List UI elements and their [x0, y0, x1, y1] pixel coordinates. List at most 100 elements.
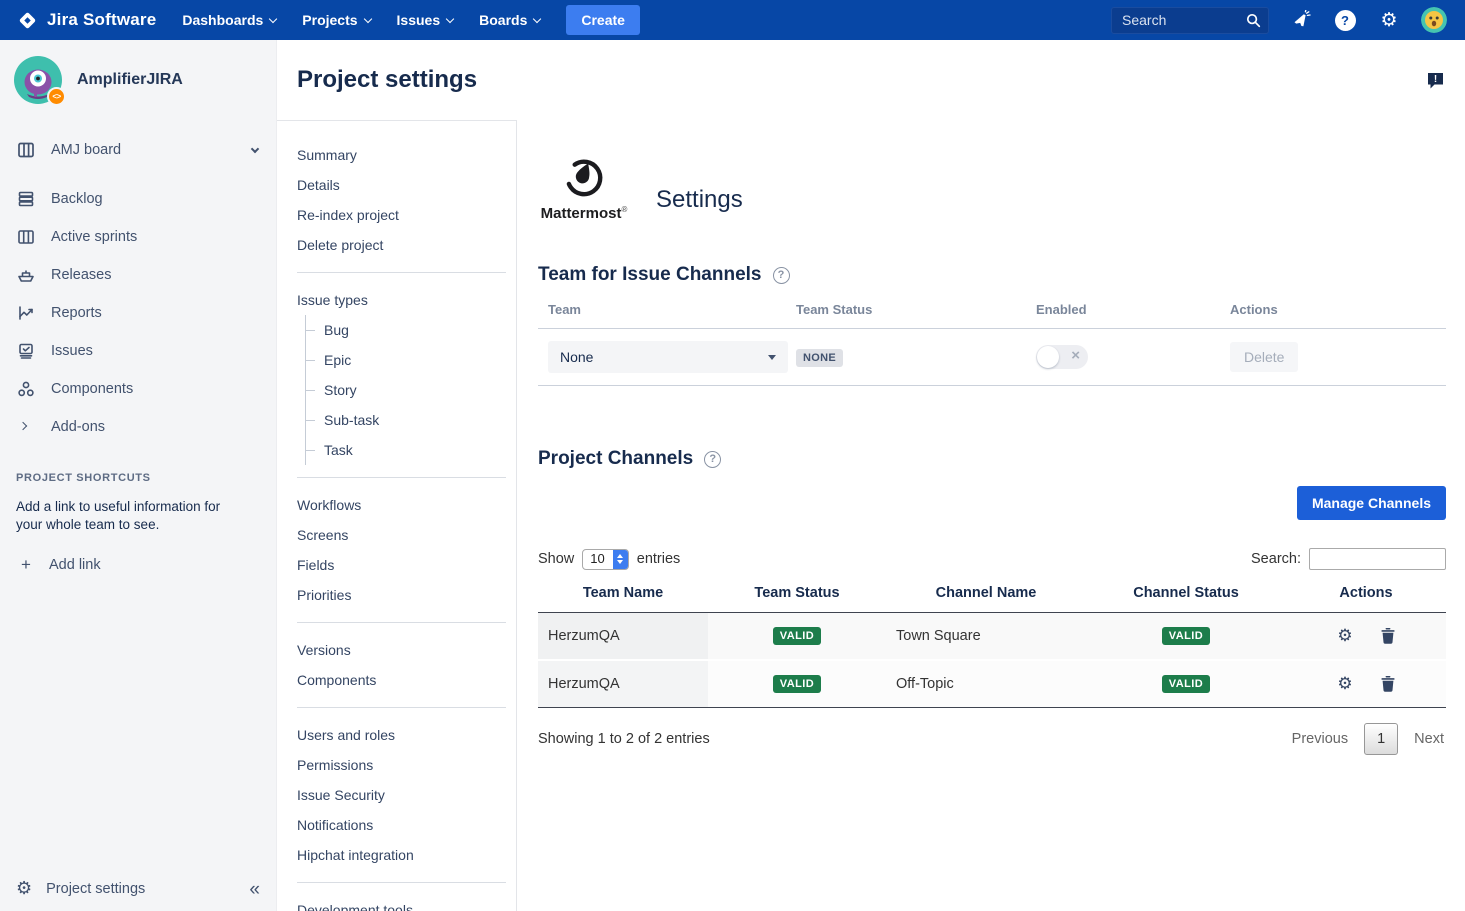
column-header-team-status[interactable]: Team Status	[708, 580, 886, 613]
channel-status-cell: VALID	[1086, 613, 1286, 661]
table-header-row: Team Name Team Status Channel Name Chann…	[538, 580, 1446, 613]
sidebar-item-reports[interactable]: Reports	[0, 294, 276, 332]
settings-nav-users-roles[interactable]: Users and roles	[297, 720, 516, 750]
sidebar-menu: AMJ board Backlog	[0, 131, 276, 446]
sidebar-item-components[interactable]: Components	[0, 370, 276, 408]
menu-projects[interactable]: Projects	[302, 12, 370, 28]
sidebar-item-active-sprints[interactable]: Active sprints	[0, 218, 276, 256]
settings-nav-subtask[interactable]: Sub-task	[306, 405, 516, 435]
project-settings-nav: Summary Details Re-index project Delete …	[277, 120, 517, 911]
delete-button[interactable]: Delete	[1230, 342, 1298, 372]
help-icon[interactable]: ?	[704, 451, 721, 468]
search-icon	[1246, 13, 1261, 28]
sidebar-item-label: Add-ons	[51, 419, 105, 435]
issues-icon	[16, 341, 36, 361]
settings-nav-hipchat[interactable]: Hipchat integration	[297, 840, 516, 870]
column-header-team-name[interactable]: Team Name	[538, 580, 708, 613]
team-table: Team Team Status Enabled Actions None	[538, 302, 1446, 386]
create-button[interactable]: Create	[566, 5, 640, 35]
user-avatar[interactable]	[1421, 7, 1447, 33]
table-row: HerzumQA VALID Off-Topic VALID ⚙	[538, 660, 1446, 708]
column-header-team-status: Team Status	[796, 302, 1036, 317]
project-avatar[interactable]: <>	[14, 56, 62, 104]
svg-text:!: !	[1434, 74, 1437, 85]
settings-gear-icon[interactable]: ⚙	[1377, 8, 1401, 32]
collapse-sidebar-icon[interactable]: «	[249, 880, 260, 899]
add-link-button[interactable]: + Add link	[16, 555, 260, 575]
column-header-actions[interactable]: Actions	[1286, 580, 1446, 613]
channel-name-cell: Town Square	[886, 613, 1086, 661]
next-page-button[interactable]: Next	[1412, 725, 1446, 753]
page-title: Project settings	[297, 66, 477, 94]
team-select-dropdown[interactable]: None	[548, 341, 788, 373]
sidebar-item-issues[interactable]: Issues	[0, 332, 276, 370]
column-header-channel-status[interactable]: Channel Status	[1086, 580, 1286, 613]
settings-nav-notifications[interactable]: Notifications	[297, 810, 516, 840]
settings-nav-workflows[interactable]: Workflows	[297, 490, 516, 520]
sidebar-item-backlog[interactable]: Backlog	[0, 180, 276, 218]
entries-select[interactable]: 10	[582, 549, 628, 570]
team-select-value: None	[560, 349, 593, 365]
jira-diamond-icon	[16, 9, 39, 32]
menu-issues[interactable]: Issues	[397, 12, 454, 28]
settings-nav-story[interactable]: Story	[306, 375, 516, 405]
table-search-input[interactable]	[1309, 548, 1446, 570]
settings-nav-epic[interactable]: Epic	[306, 345, 516, 375]
caret-down-icon	[768, 355, 776, 360]
team-row: None NONE ×	[538, 328, 1446, 386]
column-header-team: Team	[538, 302, 796, 317]
settings-nav-delete[interactable]: Delete project	[297, 230, 516, 260]
column-header-channel-name[interactable]: Channel Name	[886, 580, 1086, 613]
settings-nav-dev-tools[interactable]: Development tools	[297, 895, 516, 911]
help-icon[interactable]: ?	[1333, 8, 1357, 32]
settings-nav-details[interactable]: Details	[297, 170, 516, 200]
sidebar-item-releases[interactable]: Releases	[0, 256, 276, 294]
settings-nav-fields[interactable]: Fields	[297, 550, 516, 580]
enabled-toggle[interactable]: ×	[1036, 345, 1088, 369]
sidebar-item-label: Components	[51, 381, 133, 397]
column-header-enabled: Enabled	[1036, 302, 1230, 317]
chevron-down-icon	[251, 144, 259, 152]
divider	[297, 477, 506, 478]
settings-nav-bug[interactable]: Bug	[306, 315, 516, 345]
manage-channels-button[interactable]: Manage Channels	[1297, 486, 1446, 520]
project-name[interactable]: AmplifierJIRA	[77, 71, 183, 89]
mattermost-wordmark: Mattermost®	[538, 205, 630, 222]
team-name-cell: HerzumQA	[538, 660, 708, 708]
settings-nav-summary[interactable]: Summary	[297, 140, 516, 170]
delete-channel-trash-icon[interactable]	[1381, 676, 1395, 692]
settings-nav-issue-security[interactable]: Issue Security	[297, 780, 516, 810]
sidebar-item-label: Backlog	[51, 191, 103, 207]
settings-nav-screens[interactable]: Screens	[297, 520, 516, 550]
settings-nav-issue-types[interactable]: Issue types	[297, 285, 516, 315]
delete-channel-trash-icon[interactable]	[1381, 628, 1395, 644]
shortcuts-heading: PROJECT SHORTCUTS	[16, 472, 260, 484]
page-number-button[interactable]: 1	[1364, 723, 1398, 755]
menu-boards[interactable]: Boards	[479, 12, 540, 28]
settings-nav-components[interactable]: Components	[297, 665, 516, 695]
settings-nav-versions[interactable]: Versions	[297, 635, 516, 665]
announcements-icon[interactable]	[1289, 8, 1313, 32]
settings-nav-task[interactable]: Task	[306, 435, 516, 465]
project-settings-link[interactable]: Project settings	[46, 881, 145, 897]
plus-icon: +	[16, 555, 36, 575]
channel-settings-gear-icon[interactable]: ⚙	[1337, 628, 1352, 645]
ship-icon	[16, 265, 36, 285]
sidebar-item-label: Issues	[51, 343, 93, 359]
settings-nav-reindex[interactable]: Re-index project	[297, 200, 516, 230]
settings-nav-permissions[interactable]: Permissions	[297, 750, 516, 780]
sidebar-item-addons[interactable]: Add-ons	[0, 408, 276, 446]
sidebar-item-board[interactable]: AMJ board	[0, 131, 276, 169]
previous-page-button[interactable]: Previous	[1290, 725, 1350, 753]
select-stepper-icon	[613, 550, 628, 569]
jira-logo[interactable]: Jira Software	[16, 9, 156, 32]
channel-settings-gear-icon[interactable]: ⚙	[1337, 676, 1352, 693]
menu-dashboards[interactable]: Dashboards	[182, 12, 276, 28]
mattermost-logo: Mattermost®	[538, 156, 630, 222]
settings-nav-priorities[interactable]: Priorities	[297, 580, 516, 610]
table-info: Showing 1 to 2 of 2 entries	[538, 731, 710, 747]
help-icon[interactable]: ?	[773, 267, 790, 284]
chevron-right-icon	[16, 426, 36, 429]
feedback-icon[interactable]: !	[1426, 71, 1445, 90]
divider	[297, 882, 506, 883]
